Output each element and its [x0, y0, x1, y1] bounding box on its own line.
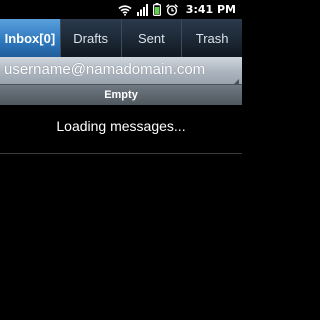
status-time: 3:41 PM — [185, 3, 236, 16]
status-bar: 3:41 PM — [0, 0, 242, 19]
account-selector[interactable]: username@namadomain.com — [0, 57, 242, 86]
alarm-icon — [165, 3, 178, 16]
battery-icon — [152, 3, 161, 16]
tab-trash[interactable]: Trash — [181, 19, 242, 57]
wifi-icon — [118, 4, 132, 16]
tab-drafts[interactable]: Drafts — [59, 19, 121, 57]
tab-inbox[interactable]: Inbox[0] — [0, 19, 60, 57]
account-email: username@namadomain.com — [4, 61, 206, 78]
status-icons: 3:41 PM — [118, 0, 236, 19]
folder-status-label: Empty — [104, 89, 138, 101]
folder-tab-bar: Inbox[0] Drafts Sent Trash — [0, 19, 242, 57]
dropdown-corner-icon — [232, 71, 239, 86]
list-divider — [0, 153, 242, 154]
folder-status-strip: Empty — [0, 85, 242, 105]
tab-sent[interactable]: Sent — [120, 19, 182, 57]
loading-messages-text: Loading messages... — [56, 118, 186, 134]
signal-icon — [136, 3, 148, 16]
